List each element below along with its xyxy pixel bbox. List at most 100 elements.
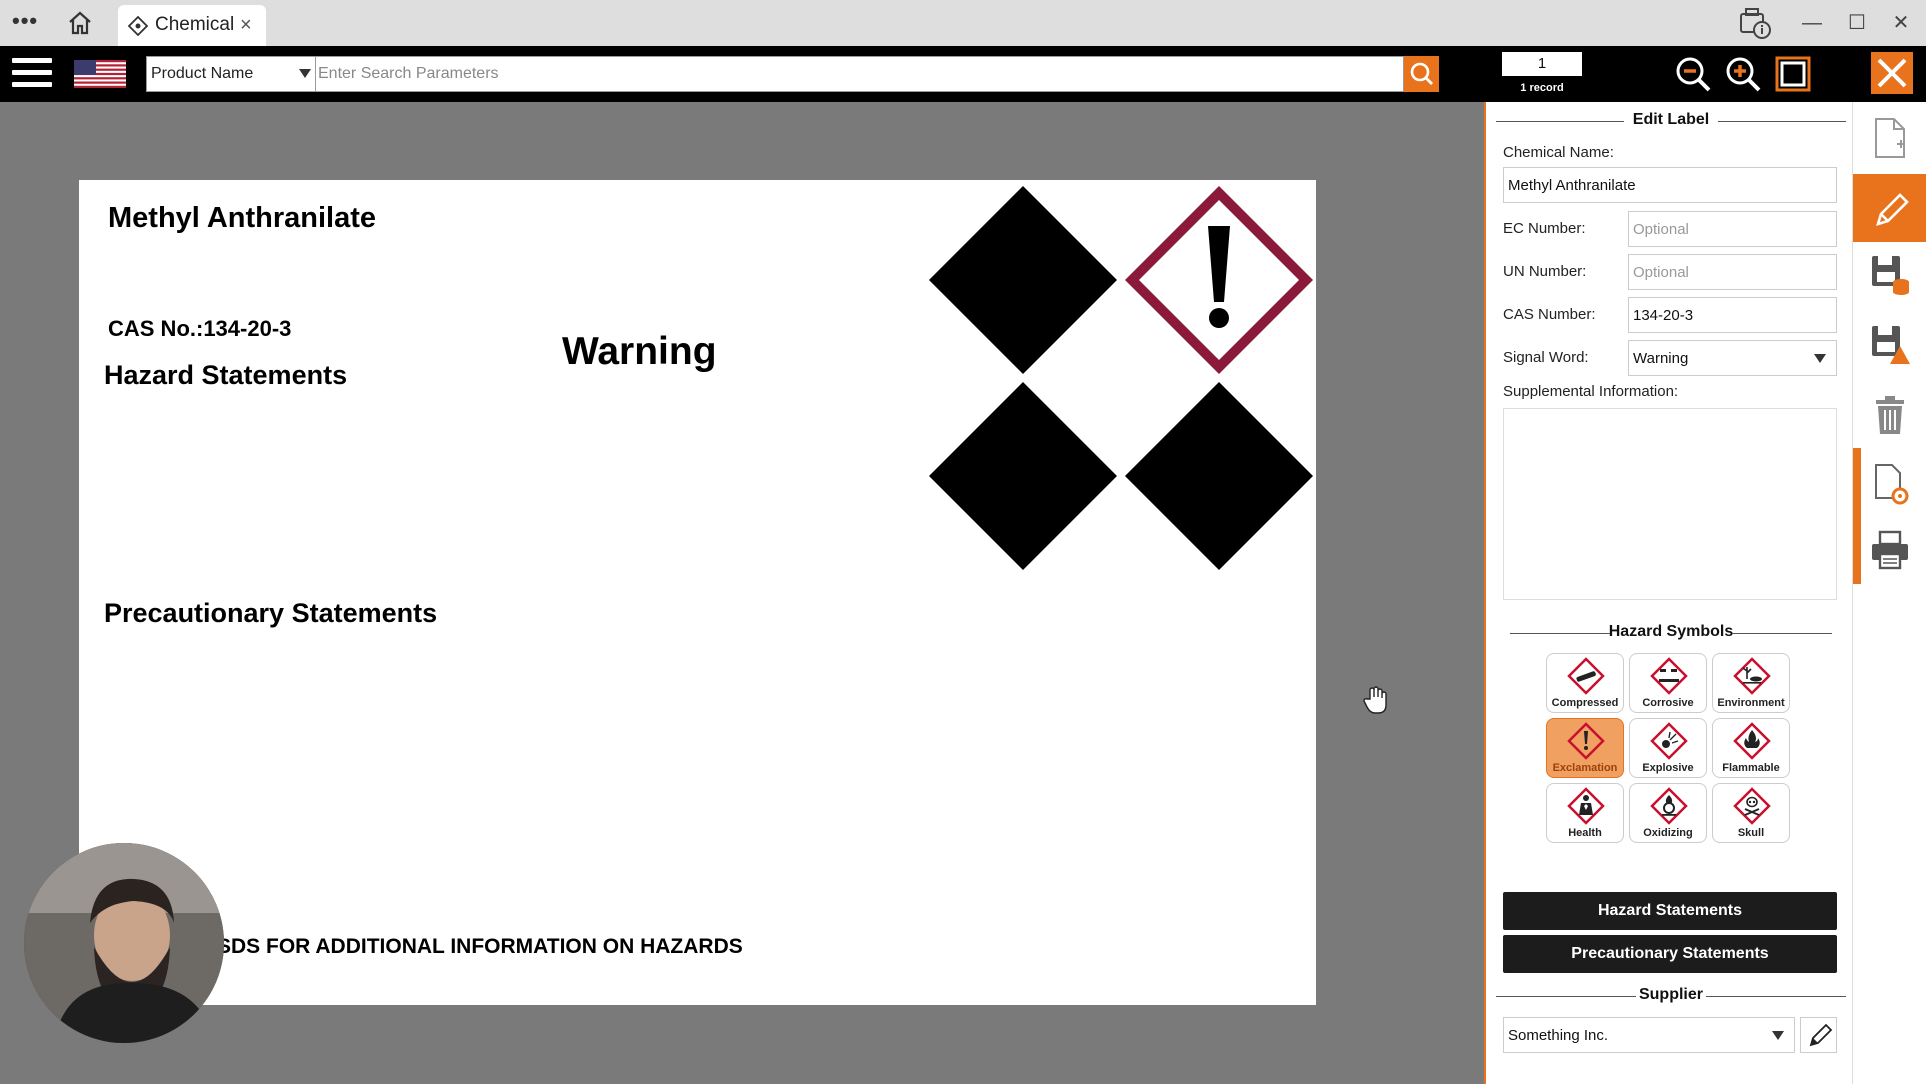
label-precautionary-heading: Precautionary Statements xyxy=(104,598,438,628)
chevron-down-icon xyxy=(1772,1031,1784,1040)
webcam-overlay xyxy=(24,843,224,1043)
label-footer-note: SDS FOR ADDITIONAL INFORMATION ON HAZARD… xyxy=(217,935,743,958)
supplemental-info-label: Supplemental Information: xyxy=(1503,383,1679,400)
symbol-label: Oxidizing xyxy=(1643,827,1693,839)
symbol-health-button[interactable]: Health xyxy=(1546,783,1624,843)
symbol-compressed-button[interactable]: Compressed xyxy=(1546,653,1624,713)
symbol-label: Explosive xyxy=(1642,762,1694,774)
search-field-value: Product Name xyxy=(151,65,254,82)
exclamation-icon xyxy=(1567,722,1605,760)
symbol-corrosive-button[interactable]: Corrosive xyxy=(1629,653,1707,713)
pencil-icon xyxy=(1809,1023,1833,1047)
pictogram-slot-4 xyxy=(1125,382,1313,570)
toolbar: Product Name 1 1 record xyxy=(0,46,1926,102)
signal-word-label: Signal Word: xyxy=(1503,349,1589,366)
home-icon[interactable] xyxy=(66,9,94,37)
symbol-flammable-button[interactable]: Flammable xyxy=(1712,718,1790,778)
un-number-field[interactable] xyxy=(1628,254,1837,290)
tab-chemical[interactable]: Chemical × xyxy=(118,5,266,46)
symbol-oxidizing-button[interactable]: Oxidizing xyxy=(1629,783,1707,843)
zoom-out-icon[interactable] xyxy=(1673,54,1713,94)
supplemental-info-textarea[interactable] xyxy=(1503,408,1837,600)
symbol-label: Environment xyxy=(1717,697,1785,709)
save-as-template-icon[interactable] xyxy=(1870,322,1910,366)
fit-to-screen-icon[interactable] xyxy=(1773,54,1813,94)
hamburger-menu-icon[interactable] xyxy=(12,58,52,90)
flame-over-circle-icon xyxy=(1650,787,1688,825)
more-menu-icon[interactable]: ••• xyxy=(12,8,42,36)
close-app-button[interactable] xyxy=(1871,52,1913,94)
us-flag-icon[interactable] xyxy=(74,60,126,88)
symbol-label: Flammable xyxy=(1722,762,1780,774)
search-button[interactable] xyxy=(1404,56,1439,92)
window-close-button[interactable]: ✕ xyxy=(1884,8,1918,38)
title-bar: ••• Chemical × — ☐ ✕ xyxy=(0,0,1926,46)
edit-mode-button[interactable] xyxy=(1853,174,1926,242)
trash-icon[interactable] xyxy=(1870,392,1910,436)
rail-accent-strip xyxy=(1853,448,1861,584)
ghs-pictogram-grid xyxy=(929,186,1313,570)
search-input[interactable] xyxy=(316,56,1404,92)
ec-number-field[interactable] xyxy=(1628,211,1837,247)
precautionary-statements-button[interactable]: Precautionary Statements xyxy=(1503,935,1837,973)
hand-cursor-icon xyxy=(1363,686,1387,714)
symbol-label: Health xyxy=(1568,827,1602,839)
flame-icon xyxy=(1733,722,1771,760)
tab-label: Chemical xyxy=(155,14,235,35)
chemical-name-label: Chemical Name: xyxy=(1503,144,1614,161)
pictogram-slot-3 xyxy=(929,382,1117,570)
hazard-symbols-title: Hazard Symbols xyxy=(1496,623,1846,641)
environment-icon xyxy=(1733,657,1771,695)
exploding-bomb-icon xyxy=(1650,722,1688,760)
close-icon xyxy=(1877,58,1907,88)
label-cas-number: CAS No.:134-20-3 xyxy=(108,316,292,341)
corrosion-icon xyxy=(1650,657,1688,695)
ec-number-label: EC Number: xyxy=(1503,220,1586,237)
zoom-in-icon[interactable] xyxy=(1723,54,1763,94)
symbol-label: Corrosive xyxy=(1642,697,1694,709)
symbol-explosive-button[interactable]: Explosive xyxy=(1629,718,1707,778)
symbol-label: Compressed xyxy=(1551,697,1619,709)
signal-word-select[interactable]: Warning xyxy=(1628,340,1837,376)
supplier-select[interactable]: Something Inc. xyxy=(1503,1017,1795,1053)
symbol-exclamation-button[interactable]: Exclamation xyxy=(1546,718,1624,778)
label-signal-word: Warning xyxy=(562,330,717,373)
supplier-edit-button[interactable] xyxy=(1800,1017,1837,1053)
edit-pencil-icon xyxy=(1876,193,1909,226)
search-field-select[interactable]: Product Name xyxy=(146,56,316,92)
edit-label-panel: Edit Label Chemical Name: EC Number: UN … xyxy=(1484,102,1852,1084)
save-database-icon[interactable] xyxy=(1870,252,1910,296)
cas-number-label: CAS Number: xyxy=(1503,306,1596,323)
device-info-icon[interactable] xyxy=(1737,6,1773,40)
symbol-label: Skull xyxy=(1737,827,1765,839)
minimize-button[interactable]: — xyxy=(1795,8,1829,38)
presenter-video-image xyxy=(24,843,224,1043)
gas-cylinder-icon xyxy=(1567,657,1605,695)
chemical-tab-icon xyxy=(128,16,148,36)
maximize-button[interactable]: ☐ xyxy=(1840,8,1874,38)
supplier-value: Something Inc. xyxy=(1508,1027,1609,1044)
print-icon[interactable] xyxy=(1870,528,1910,572)
pictogram-slot-1 xyxy=(929,186,1117,374)
symbol-label: Exclamation xyxy=(1552,762,1618,774)
action-rail xyxy=(1852,102,1926,1084)
hazard-statements-button[interactable]: Hazard Statements xyxy=(1503,892,1837,930)
un-number-label: UN Number: xyxy=(1503,263,1587,280)
cas-number-field[interactable] xyxy=(1628,297,1837,333)
skull-crossbones-icon xyxy=(1733,787,1771,825)
symbol-skull-button[interactable]: Skull xyxy=(1712,783,1790,843)
chevron-down-icon xyxy=(299,69,311,78)
label-preview[interactable]: Methyl Anthranilate CAS No.:134-20-3 Haz… xyxy=(79,180,1387,1005)
document-settings-icon[interactable] xyxy=(1870,462,1910,506)
search-icon xyxy=(1410,62,1433,85)
label-hazard-statements-heading: Hazard Statements xyxy=(104,360,348,390)
edit-label-title: Edit Label xyxy=(1496,111,1846,129)
tab-close-icon[interactable]: × xyxy=(240,14,252,37)
symbol-environment-button[interactable]: Environment xyxy=(1712,653,1790,713)
new-document-icon[interactable] xyxy=(1870,116,1910,160)
health-hazard-icon xyxy=(1567,787,1605,825)
label-chemical-name: Methyl Anthranilate xyxy=(108,202,377,234)
record-number-field[interactable]: 1 xyxy=(1502,52,1582,76)
chemical-name-field[interactable] xyxy=(1503,167,1837,203)
supplier-title: Supplier xyxy=(1496,986,1846,1004)
